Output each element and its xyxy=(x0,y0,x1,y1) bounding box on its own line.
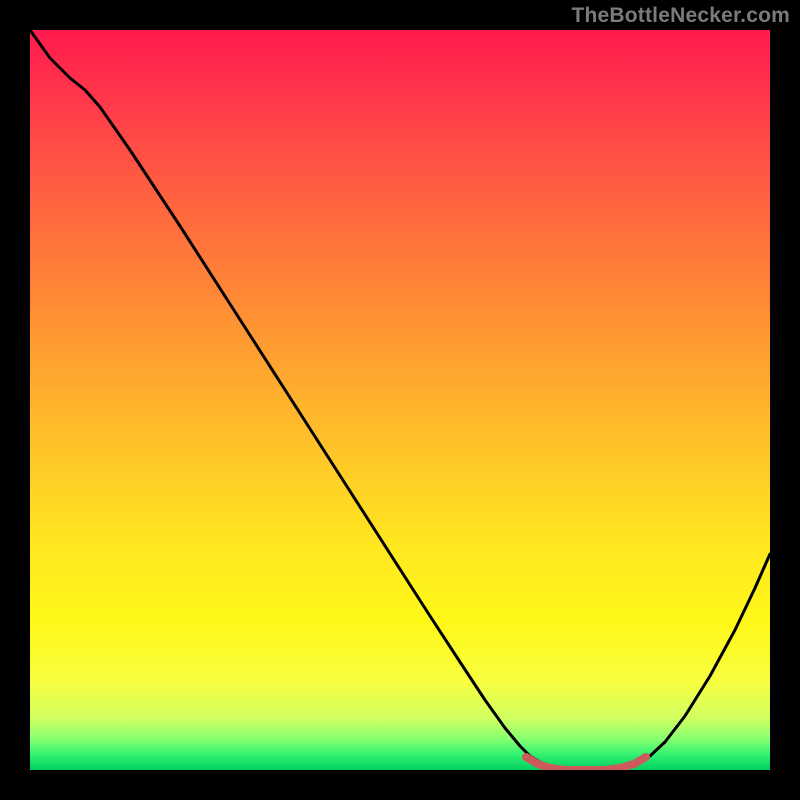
credit-label: TheBottleNecker.com xyxy=(571,4,790,28)
plot-area xyxy=(30,30,770,770)
flat-segment-highlight xyxy=(526,757,646,770)
bottleneck-curve xyxy=(30,30,770,770)
chart-frame: TheBottleNecker.com xyxy=(0,0,800,800)
chart-svg xyxy=(30,30,770,770)
